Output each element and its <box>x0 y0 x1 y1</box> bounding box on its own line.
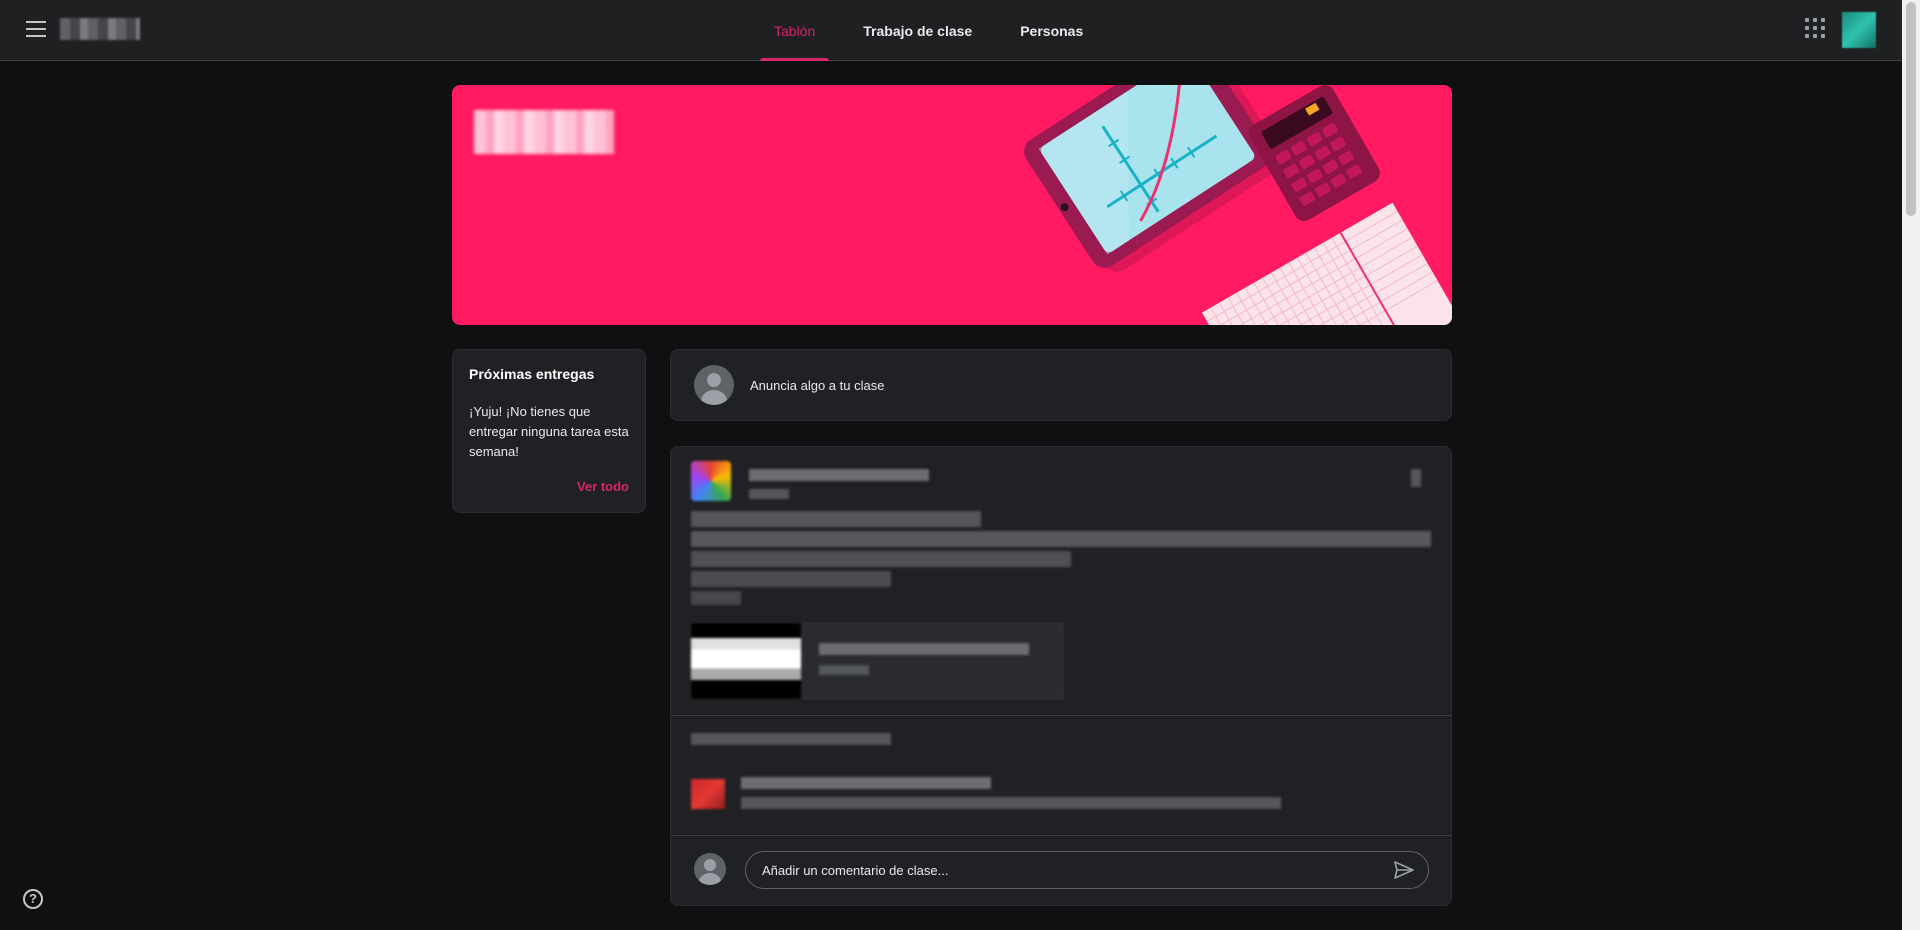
commenter-avatar-redacted <box>691 779 725 809</box>
tab-stream[interactable]: Tablón <box>750 0 839 61</box>
divider <box>671 835 1451 836</box>
main-tabs: Tablón Trabajo de clase Personas <box>750 0 1107 61</box>
tab-classwork[interactable]: Trabajo de clase <box>839 0 996 61</box>
attachment-thumbnail <box>691 623 801 699</box>
upcoming-title: Próximas entregas <box>469 366 595 382</box>
post-body-line <box>691 551 1071 567</box>
author-avatar-redacted <box>691 461 731 501</box>
class-title-redacted <box>474 110 614 154</box>
commenter-name-redacted <box>741 777 991 789</box>
class-comments-count-redacted[interactable] <box>691 733 891 745</box>
post-body-line <box>691 531 1431 547</box>
announce-placeholder: Anuncia algo a tu clase <box>750 378 885 393</box>
comment-text-redacted <box>741 797 1281 809</box>
post-body-line <box>691 591 741 605</box>
class-name-redacted[interactable] <box>60 18 140 40</box>
class-comment-input[interactable] <box>745 851 1429 889</box>
send-icon[interactable] <box>1392 858 1416 882</box>
scrollbar[interactable] <box>1902 0 1920 930</box>
announce-box[interactable]: Anuncia algo a tu clase <box>670 349 1452 421</box>
author-name-redacted <box>749 469 929 481</box>
class-banner <box>452 85 1452 325</box>
upcoming-work-card: Próximas entregas ¡Yuju! ¡No tienes que … <box>452 349 646 513</box>
user-avatar <box>694 853 726 885</box>
scrollbar-thumb[interactable] <box>1906 2 1916 216</box>
help-icon[interactable]: ? <box>23 889 43 909</box>
divider <box>671 715 1451 716</box>
top-app-bar: Tablón Trabajo de clase Personas <box>0 0 1902 61</box>
hamburger-menu-icon[interactable] <box>20 16 52 44</box>
post-options-icon[interactable] <box>1411 469 1421 487</box>
post-body-line <box>691 571 891 587</box>
user-avatar <box>694 365 734 405</box>
stream-post <box>670 446 1452 906</box>
apps-grid-icon[interactable] <box>1805 18 1827 40</box>
upcoming-message: ¡Yuju! ¡No tienes que entregar ninguna t… <box>469 404 629 459</box>
account-avatar[interactable] <box>1842 12 1876 48</box>
post-body-line <box>691 511 981 527</box>
tab-people[interactable]: Personas <box>996 0 1107 61</box>
attachment-title-redacted <box>819 643 1029 655</box>
attachment-type-redacted <box>819 665 869 675</box>
view-all-link[interactable]: Ver todo <box>577 479 629 494</box>
post-date-redacted <box>749 489 789 499</box>
